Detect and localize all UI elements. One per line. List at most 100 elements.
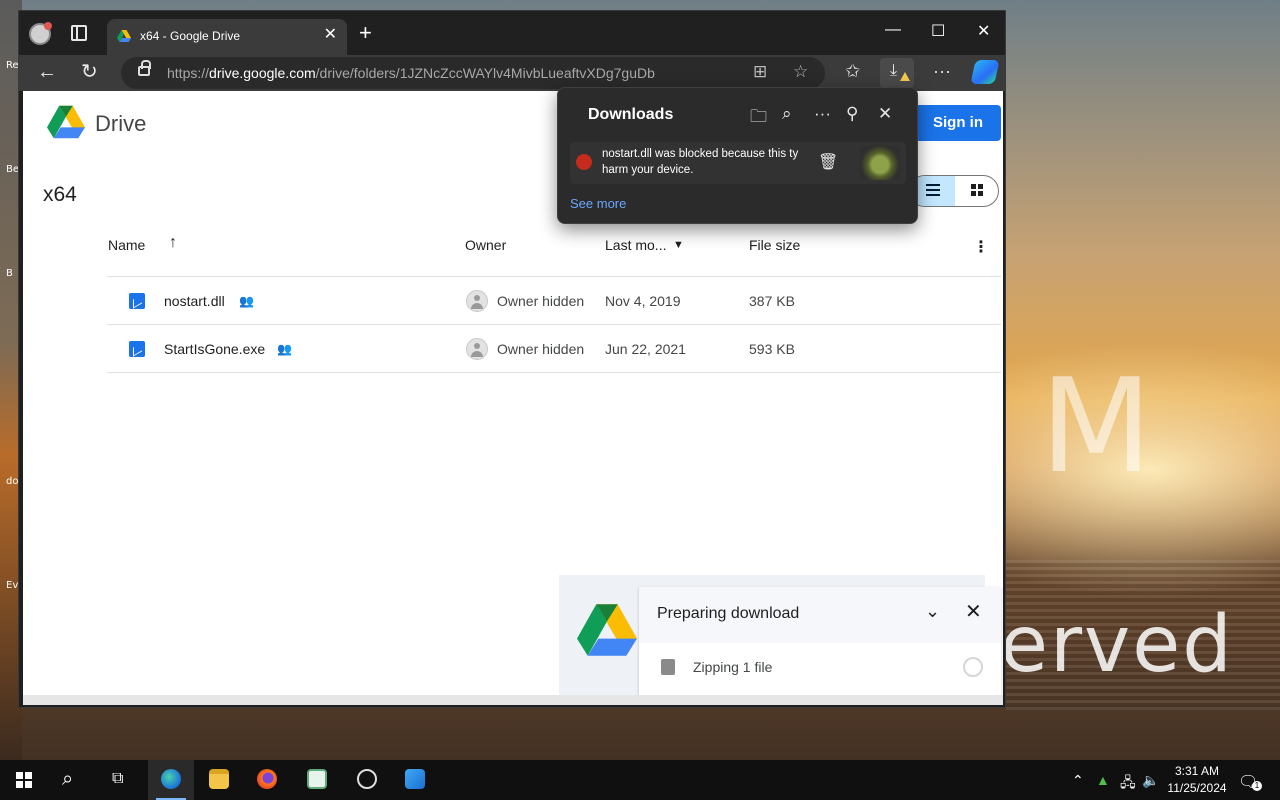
folder-icon <box>209 769 229 789</box>
search-icon[interactable]: ⌕ <box>782 104 792 124</box>
address-bar[interactable]: https://drive.google.com/drive/folders/1… <box>121 57 825 89</box>
owner-avatar-icon <box>466 338 488 360</box>
taskbar-edge[interactable] <box>148 760 194 800</box>
preparing-download-title: Preparing download <box>657 605 800 622</box>
downloads-button[interactable]: ⤓ <box>880 58 914 88</box>
file-owner: Owner hidden <box>497 341 585 357</box>
desktop-icon-label[interactable]: B <box>6 268 13 279</box>
preparing-download-card: Preparing download ⌄ ✕ Zipping 1 file <box>639 587 1001 695</box>
pin-icon[interactable]: ⚲ <box>846 104 858 124</box>
file-modified: Jun 22, 2021 <box>605 341 686 357</box>
taskbar-firefox[interactable] <box>244 760 290 800</box>
open-folder-icon[interactable]: 🗀 <box>750 104 767 133</box>
grid-view-button[interactable] <box>956 176 998 206</box>
clock-time[interactable]: 3:31 AM <box>1166 764 1228 778</box>
file-thumbnail-icon <box>860 146 900 180</box>
minimize-icon[interactable]: — <box>885 21 901 39</box>
blocked-icon <box>576 154 592 170</box>
wallpaper-letter: M <box>1040 350 1153 502</box>
network-icon[interactable]: 🖧 <box>1120 772 1136 796</box>
wallpaper-watermark: erved <box>1000 600 1234 690</box>
aperture-icon <box>357 769 377 789</box>
divider <box>107 324 1001 325</box>
tab-title: x64 - Google Drive <box>140 29 241 43</box>
download-item[interactable]: nostart.dll was blocked because this tу … <box>570 142 906 184</box>
lock-icon[interactable] <box>138 60 151 76</box>
shared-people-icon: 👥 <box>239 294 254 308</box>
notification-count: 1 <box>1252 781 1262 791</box>
shared-people-icon: 👥 <box>277 342 292 356</box>
column-header-name[interactable]: Name <box>108 237 145 253</box>
volume-icon[interactable]: 🔈 <box>1142 772 1159 789</box>
google-drive-logo-icon[interactable] <box>47 105 85 139</box>
taskbar-file-explorer[interactable] <box>196 760 242 800</box>
owner-avatar-icon <box>466 290 488 312</box>
maximize-icon[interactable]: ☐ <box>931 21 945 41</box>
binary-file-icon <box>129 293 145 309</box>
close-icon[interactable]: ✕ <box>965 599 982 624</box>
file-modified: Nov 4, 2019 <box>605 293 681 309</box>
column-header-last-modified[interactable]: Last mo... <box>605 237 666 253</box>
browser-toolbar: ← ↻ https://drive.google.com/drive/folde… <box>19 55 1005 91</box>
download-arrow-icon: ⤓ <box>890 62 898 79</box>
column-header-owner[interactable]: Owner <box>465 237 506 253</box>
refresh-icon[interactable]: ↻ <box>81 61 98 83</box>
tab-bar: x64 - Google Drive ✕ + — ☐ ✕ <box>19 11 1005 55</box>
firefox-icon <box>257 769 277 789</box>
file-size: 387 KB <box>749 293 795 309</box>
back-icon[interactable]: ← <box>37 61 57 83</box>
windows-start-icon[interactable] <box>16 772 32 788</box>
url-text[interactable]: https://drive.google.com/drive/folders/1… <box>167 65 655 81</box>
desktop-icon-label[interactable]: Re <box>6 60 19 71</box>
more-options-icon[interactable]: ··· <box>814 104 831 124</box>
divider <box>107 276 1001 277</box>
clock-date[interactable]: 11/25/2024 <box>1162 781 1232 795</box>
sort-arrow-up-icon[interactable]: ↑ <box>169 234 177 252</box>
see-more-link[interactable]: See more <box>570 196 626 211</box>
chevron-down-icon[interactable]: ⌄ <box>925 601 940 622</box>
chevron-up-icon[interactable]: ⌃ <box>1072 772 1084 789</box>
zipping-status: Zipping 1 file <box>693 659 773 675</box>
edge-icon <box>161 769 181 789</box>
search-icon[interactable]: ⌕ <box>62 768 73 791</box>
trash-icon[interactable]: 🗑 <box>818 152 838 172</box>
column-header-file-size[interactable]: File size <box>749 237 800 253</box>
taskbar-notepad[interactable] <box>294 760 340 800</box>
favorite-star-icon[interactable]: ☆ <box>793 62 808 82</box>
paint-icon <box>405 769 425 789</box>
binary-file-icon <box>129 341 145 357</box>
preparing-download-header: Preparing download ⌄ ✕ <box>639 587 1001 643</box>
close-icon[interactable]: ✕ <box>878 104 892 124</box>
app-available-icon[interactable]: ⊞ <box>753 62 767 82</box>
file-name[interactable]: nostart.dll <box>164 293 225 309</box>
more-menu-icon[interactable]: ··· <box>933 61 951 82</box>
tab-actions-icon[interactable] <box>71 25 87 41</box>
document-icon <box>661 659 675 675</box>
horizontal-scrollbar[interactable] <box>23 695 1003 705</box>
tab-close-icon[interactable]: ✕ <box>324 27 337 43</box>
profile-avatar-icon[interactable] <box>29 22 52 45</box>
divider <box>107 372 1001 373</box>
taskbar-paint[interactable] <box>392 760 438 800</box>
drive-brand[interactable]: Drive <box>95 111 146 137</box>
file-name[interactable]: StartIsGone.exe <box>164 341 265 357</box>
download-blocked-message: nostart.dll was blocked because this tу … <box>602 148 799 176</box>
favorites-icon[interactable]: ✩ <box>845 61 860 82</box>
new-tab-icon[interactable]: + <box>359 22 372 44</box>
desktop-icon-label[interactable]: do <box>6 476 18 487</box>
view-toggle <box>909 175 999 207</box>
task-view-icon[interactable]: ⧉ <box>112 770 123 788</box>
column-options-icon[interactable]: ⋮ <box>973 237 989 257</box>
desktop-icon-label[interactable]: Ev <box>6 580 18 591</box>
downloads-title: Downloads <box>588 106 674 123</box>
tab-google-drive[interactable]: x64 - Google Drive ✕ <box>107 19 347 55</box>
warning-icon <box>900 72 910 81</box>
taskbar-app-aperture[interactable] <box>344 760 390 800</box>
copilot-icon[interactable] <box>970 60 1000 84</box>
close-window-icon[interactable]: ✕ <box>977 21 990 41</box>
sort-dropdown-icon[interactable]: ▼ <box>673 239 684 251</box>
user-status-icon[interactable]: ▲ <box>1096 772 1110 788</box>
list-icon <box>926 184 940 186</box>
google-drive-favicon-icon <box>117 30 131 42</box>
sign-in-button[interactable]: Sign in <box>915 105 1001 141</box>
